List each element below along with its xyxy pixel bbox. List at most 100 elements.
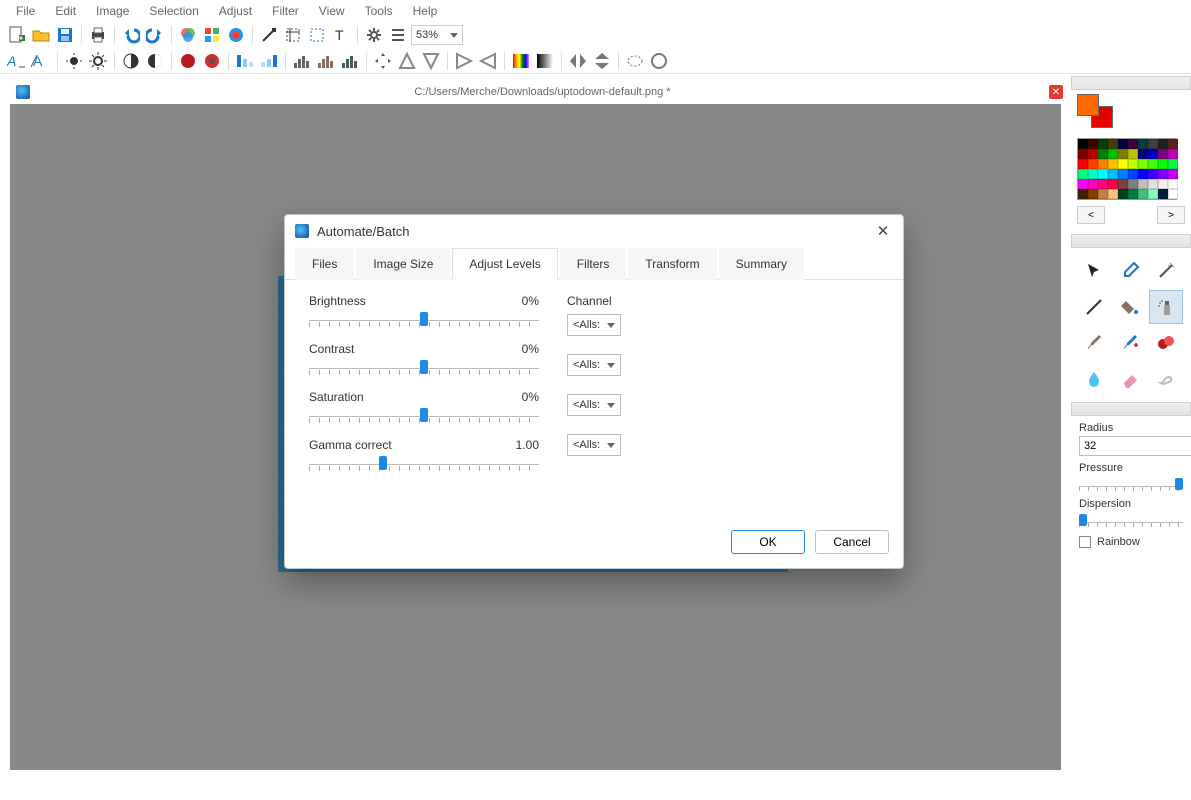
- channel-select-4[interactable]: <Alls:: [567, 434, 621, 456]
- palette-swatch[interactable]: [1168, 159, 1178, 169]
- eyedropper-tool[interactable]: [1113, 254, 1147, 288]
- palette-swatch[interactable]: [1088, 139, 1098, 149]
- levels1-icon[interactable]: [291, 50, 313, 72]
- flip-v-icon[interactable]: [591, 50, 613, 72]
- palette-swatch[interactable]: [1128, 189, 1138, 199]
- color-circle-icon[interactable]: [225, 24, 247, 46]
- crop-icon[interactable]: [282, 24, 304, 46]
- selection-icon[interactable]: [306, 24, 328, 46]
- list-icon[interactable]: [387, 24, 409, 46]
- saturation-slider[interactable]: [309, 408, 539, 424]
- palette-swatch[interactable]: [1168, 139, 1178, 149]
- eraser-tool[interactable]: [1113, 362, 1147, 396]
- palette-swatch[interactable]: [1078, 189, 1088, 199]
- palette-swatch[interactable]: [1128, 159, 1138, 169]
- line-tool-icon[interactable]: [258, 24, 280, 46]
- radius-input[interactable]: [1079, 436, 1191, 456]
- pressure-slider[interactable]: [1079, 476, 1183, 492]
- levels2-icon[interactable]: [315, 50, 337, 72]
- tri4-icon[interactable]: [477, 50, 499, 72]
- zoom-select[interactable]: 53%: [411, 25, 463, 45]
- new-file-icon[interactable]: [6, 24, 28, 46]
- palette-swatch[interactable]: [1088, 159, 1098, 169]
- text-tool-icon[interactable]: T: [330, 24, 352, 46]
- skew-right-icon[interactable]: A: [30, 50, 52, 72]
- redo-icon[interactable]: [144, 24, 166, 46]
- palette-swatch[interactable]: [1128, 169, 1138, 179]
- palette-swatch[interactable]: [1118, 159, 1128, 169]
- open-file-icon[interactable]: [30, 24, 52, 46]
- contrast-dec-icon[interactable]: [144, 50, 166, 72]
- brightness-down-icon[interactable]: [63, 50, 85, 72]
- palette-swatch[interactable]: [1138, 169, 1148, 179]
- contrast-slider[interactable]: [309, 360, 539, 376]
- tab-adjust-levels[interactable]: Adjust Levels: [452, 248, 557, 280]
- palette-swatch[interactable]: [1168, 179, 1178, 189]
- tri2-icon[interactable]: [420, 50, 442, 72]
- palette-swatch[interactable]: [1108, 139, 1118, 149]
- wand-tool[interactable]: [1149, 254, 1183, 288]
- palette-swatch[interactable]: [1098, 159, 1108, 169]
- ellipse-dash-icon[interactable]: [624, 50, 646, 72]
- palette-prev-button[interactable]: <: [1077, 206, 1105, 224]
- tab-image-size[interactable]: Image Size: [356, 248, 450, 280]
- palette-swatch[interactable]: [1118, 169, 1128, 179]
- histogram-left-icon[interactable]: [234, 50, 256, 72]
- palette-swatch[interactable]: [1168, 169, 1178, 179]
- tri3-icon[interactable]: [453, 50, 475, 72]
- palette-swatch[interactable]: [1138, 189, 1148, 199]
- skew-left-icon[interactable]: A: [6, 50, 28, 72]
- palette-swatch[interactable]: [1128, 139, 1138, 149]
- palette-swatch[interactable]: [1128, 149, 1138, 159]
- palette-swatch[interactable]: [1098, 179, 1108, 189]
- palette-swatch[interactable]: [1148, 169, 1158, 179]
- tri1-icon[interactable]: [396, 50, 418, 72]
- tab-summary[interactable]: Summary: [719, 248, 804, 280]
- palette-swatch[interactable]: [1108, 159, 1118, 169]
- pointer-tool[interactable]: [1077, 254, 1111, 288]
- rainbow-grad-icon[interactable]: [510, 50, 532, 72]
- panel-handle[interactable]: [1071, 76, 1191, 90]
- palette-swatch[interactable]: [1078, 179, 1088, 189]
- palette-swatch[interactable]: [1158, 139, 1168, 149]
- settings-icon[interactable]: [363, 24, 385, 46]
- palette-swatch[interactable]: [1138, 139, 1148, 149]
- cancel-button[interactable]: Cancel: [815, 530, 889, 554]
- heal-brush-tool[interactable]: [1113, 326, 1147, 360]
- red-fill-icon[interactable]: [177, 50, 199, 72]
- rainbow-checkbox[interactable]: Rainbow: [1079, 536, 1183, 548]
- foreground-color-swatch[interactable]: [1077, 94, 1099, 116]
- panel-handle-3[interactable]: [1071, 402, 1191, 416]
- palette-swatch[interactable]: [1098, 189, 1108, 199]
- clone-tool[interactable]: [1149, 326, 1183, 360]
- palette-swatch[interactable]: [1108, 179, 1118, 189]
- palette-swatch[interactable]: [1108, 149, 1118, 159]
- palette-swatch[interactable]: [1078, 159, 1088, 169]
- palette-next-button[interactable]: >: [1157, 206, 1185, 224]
- rgb-mixer-icon[interactable]: [177, 24, 199, 46]
- menu-image[interactable]: Image: [86, 2, 139, 20]
- gray-grad-icon[interactable]: [534, 50, 556, 72]
- blur-tool[interactable]: [1077, 362, 1111, 396]
- palette-swatch[interactable]: [1148, 149, 1158, 159]
- menu-edit[interactable]: Edit: [45, 2, 86, 20]
- flip-h-icon[interactable]: [567, 50, 589, 72]
- menu-filter[interactable]: Filter: [262, 2, 309, 20]
- brightness-slider[interactable]: [309, 312, 539, 328]
- brightness-up-icon[interactable]: [87, 50, 109, 72]
- circle-outline-icon[interactable]: [648, 50, 670, 72]
- menu-help[interactable]: Help: [403, 2, 448, 20]
- print-icon[interactable]: [87, 24, 109, 46]
- contrast-inc-icon[interactable]: [120, 50, 142, 72]
- palette-swatch[interactable]: [1088, 179, 1098, 189]
- undo-icon[interactable]: [120, 24, 142, 46]
- palette-swatch[interactable]: [1158, 179, 1168, 189]
- histogram-right-icon[interactable]: [258, 50, 280, 72]
- palette-swatch[interactable]: [1078, 139, 1088, 149]
- tab-transform[interactable]: Transform: [628, 248, 716, 280]
- palette-swatch[interactable]: [1148, 139, 1158, 149]
- menu-tools[interactable]: Tools: [355, 2, 403, 20]
- move-icon[interactable]: [372, 50, 394, 72]
- palette-swatch[interactable]: [1088, 169, 1098, 179]
- bucket-tool[interactable]: [1113, 290, 1147, 324]
